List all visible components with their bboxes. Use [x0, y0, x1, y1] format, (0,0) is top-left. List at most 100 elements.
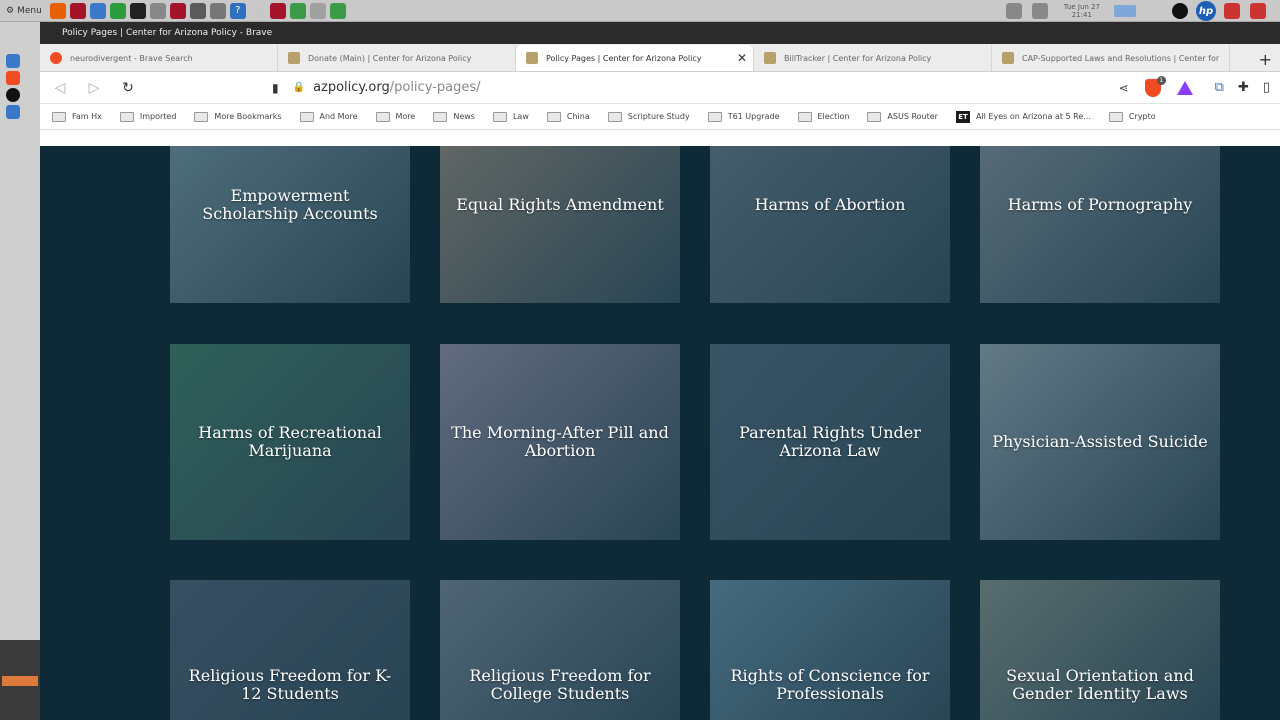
bookmark-label: Imported: [139, 112, 177, 121]
close-tab-icon[interactable]: ✕: [737, 51, 747, 65]
start-menu-button[interactable]: ⚙ Menu: [0, 0, 48, 22]
app-icon[interactable]: [269, 2, 286, 19]
policy-card[interactable]: Empowerment Scholarship Accounts: [170, 146, 410, 303]
sidebar-icon[interactable]: ▯: [1263, 80, 1270, 95]
printer-icon[interactable]: [309, 2, 326, 19]
app-icon[interactable]: [69, 2, 86, 19]
bookmark-item[interactable]: Election: [797, 111, 849, 122]
bookmark-item[interactable]: Fam Hx: [52, 111, 102, 122]
os-taskbar: ⚙ Menu ? Tue Jun 27 21:41 hp: [0, 0, 1280, 22]
policy-card[interactable]: Harms of Recreational Marijuana: [170, 344, 410, 540]
new-tab-button[interactable]: +: [1259, 50, 1272, 69]
card-image-overlay: [170, 146, 410, 303]
browser-tab[interactable]: Policy Pages | Center for Arizona Policy…: [516, 45, 754, 71]
menu-icon: ⚙: [6, 5, 15, 16]
share-icon[interactable]: ⋖: [1119, 81, 1129, 95]
tab-label: Donate (Main) | Center for Arizona Polic…: [308, 53, 472, 63]
network-icon[interactable]: [1005, 3, 1022, 19]
files-icon[interactable]: [89, 2, 106, 19]
bookmark-item[interactable]: T61 Upgrade: [707, 111, 780, 122]
shield-count-badge: 1: [1156, 75, 1166, 85]
policy-card[interactable]: Harms of Pornography: [980, 146, 1220, 303]
app-icon[interactable]: [249, 2, 266, 19]
bookmark-item[interactable]: Law: [492, 111, 529, 122]
policy-card[interactable]: Religious Freedom for College Students: [440, 580, 680, 720]
drive-icon[interactable]: [149, 2, 166, 19]
browser-tab[interactable]: BillTracker | Center for Arizona Policy: [754, 45, 992, 71]
settings-icon[interactable]: [209, 2, 226, 19]
browser-tab[interactable]: Donate (Main) | Center for Arizona Polic…: [278, 45, 516, 71]
user-icon[interactable]: [1172, 3, 1188, 19]
card-image-overlay: [980, 146, 1220, 303]
brave-icon[interactable]: [6, 71, 20, 85]
desktop-side-panel: [0, 22, 40, 720]
policy-card[interactable]: Religious Freedom for K-12 Students: [170, 580, 410, 720]
bookmark-item[interactable]: More Bookmarks: [194, 111, 282, 122]
bookmark-item[interactable]: And More: [299, 111, 358, 122]
extensions-puzzle-icon[interactable]: ✚: [1238, 80, 1249, 95]
policy-card[interactable]: Sexual Orientation and Gender Identity L…: [980, 580, 1220, 720]
spreadsheet-icon[interactable]: [329, 2, 346, 19]
bookmark-icon[interactable]: ▮: [272, 81, 279, 95]
keyboard-layout-icon[interactable]: [1114, 5, 1136, 17]
window-title: Policy Pages | Center for Arizona Policy…: [40, 22, 1280, 44]
app-icon[interactable]: [1224, 3, 1240, 19]
browser-tab[interactable]: neurodivergent - Brave Search: [40, 45, 278, 71]
desktop-icon[interactable]: [6, 88, 20, 102]
bookmark-label: Scripture Study: [627, 112, 690, 121]
forward-button[interactable]: ▷: [84, 80, 104, 96]
policy-card-title: The Morning-After Pill and Abortion: [451, 423, 669, 460]
policy-card[interactable]: Parental Rights Under Arizona Law: [710, 344, 950, 540]
policy-card[interactable]: Rights of Conscience for Professionals: [710, 580, 950, 720]
bookmark-label: Crypto: [1128, 112, 1156, 121]
desktop-icon[interactable]: [6, 105, 20, 119]
policy-card-title: Harms of Pornography: [1007, 194, 1193, 214]
system-tray: Tue Jun 27 21:41 hp: [1004, 0, 1280, 22]
brave-rewards-icon[interactable]: [1176, 80, 1193, 95]
bookmark-item[interactable]: China: [546, 111, 590, 122]
folder-icon: [546, 111, 561, 122]
volume-icon[interactable]: [1031, 3, 1048, 19]
policy-card[interactable]: Physician-Assisted Suicide: [980, 344, 1220, 540]
policy-card[interactable]: Harms of Abortion: [710, 146, 950, 303]
lock-icon[interactable]: 🔒: [293, 82, 305, 93]
url-domain: azpolicy.org: [313, 80, 390, 95]
policy-card[interactable]: The Morning-After Pill and Abortion: [440, 344, 680, 540]
bookmark-item[interactable]: More: [375, 111, 415, 122]
browser-toolbar: ◁ ▷ ↻ ▮ 🔒 azpolicy.org/policy-pages/ ⋖ 1…: [40, 72, 1280, 104]
bookmark-item[interactable]: Imported: [119, 111, 177, 122]
clock[interactable]: Tue Jun 27 21:41: [1064, 3, 1100, 19]
browser-tab[interactable]: CAP-Supported Laws and Resolutions | Cen…: [992, 45, 1230, 71]
brave-shields-icon[interactable]: 1: [1144, 75, 1166, 97]
policy-card-title: Rights of Conscience for Professionals: [730, 666, 930, 703]
extension-icon[interactable]: ⧉: [1215, 80, 1224, 95]
bookmark-item[interactable]: ET All Eyes on Arizona at 5 Re...: [955, 110, 1091, 123]
bookmark-item[interactable]: Crypto: [1108, 111, 1156, 122]
back-button[interactable]: ◁: [50, 80, 70, 96]
app-icon[interactable]: [169, 2, 186, 19]
terminal-icon[interactable]: [109, 2, 126, 19]
tool-icon[interactable]: [189, 2, 206, 19]
policy-card[interactable]: Equal Rights Amendment: [440, 146, 680, 303]
spreadsheet-icon[interactable]: [289, 2, 306, 19]
hp-icon[interactable]: hp: [1196, 1, 1216, 21]
site-favicon-icon: [526, 52, 538, 64]
firefox-icon[interactable]: [49, 2, 66, 19]
desktop-pager[interactable]: [0, 640, 40, 720]
app-icon[interactable]: [1250, 3, 1266, 19]
bookmark-item[interactable]: ASUS Router: [867, 111, 938, 122]
address-bar[interactable]: 🔒 azpolicy.org/policy-pages/: [293, 76, 1105, 100]
folder-icon: [1108, 111, 1123, 122]
reload-button[interactable]: ↻: [118, 80, 138, 96]
obs-icon[interactable]: [129, 2, 146, 19]
bookmark-item[interactable]: News: [433, 111, 475, 122]
help-icon[interactable]: ?: [229, 2, 246, 19]
desktop-icon[interactable]: [6, 54, 20, 68]
folder-icon: [707, 111, 722, 122]
url-path: /policy-pages/: [389, 80, 481, 95]
card-image-overlay: [710, 146, 950, 303]
bookmark-label: News: [453, 112, 475, 121]
bookmark-item[interactable]: Scripture Study: [607, 111, 690, 122]
bookmark-label: Fam Hx: [72, 112, 102, 121]
folder-icon: [375, 111, 390, 122]
